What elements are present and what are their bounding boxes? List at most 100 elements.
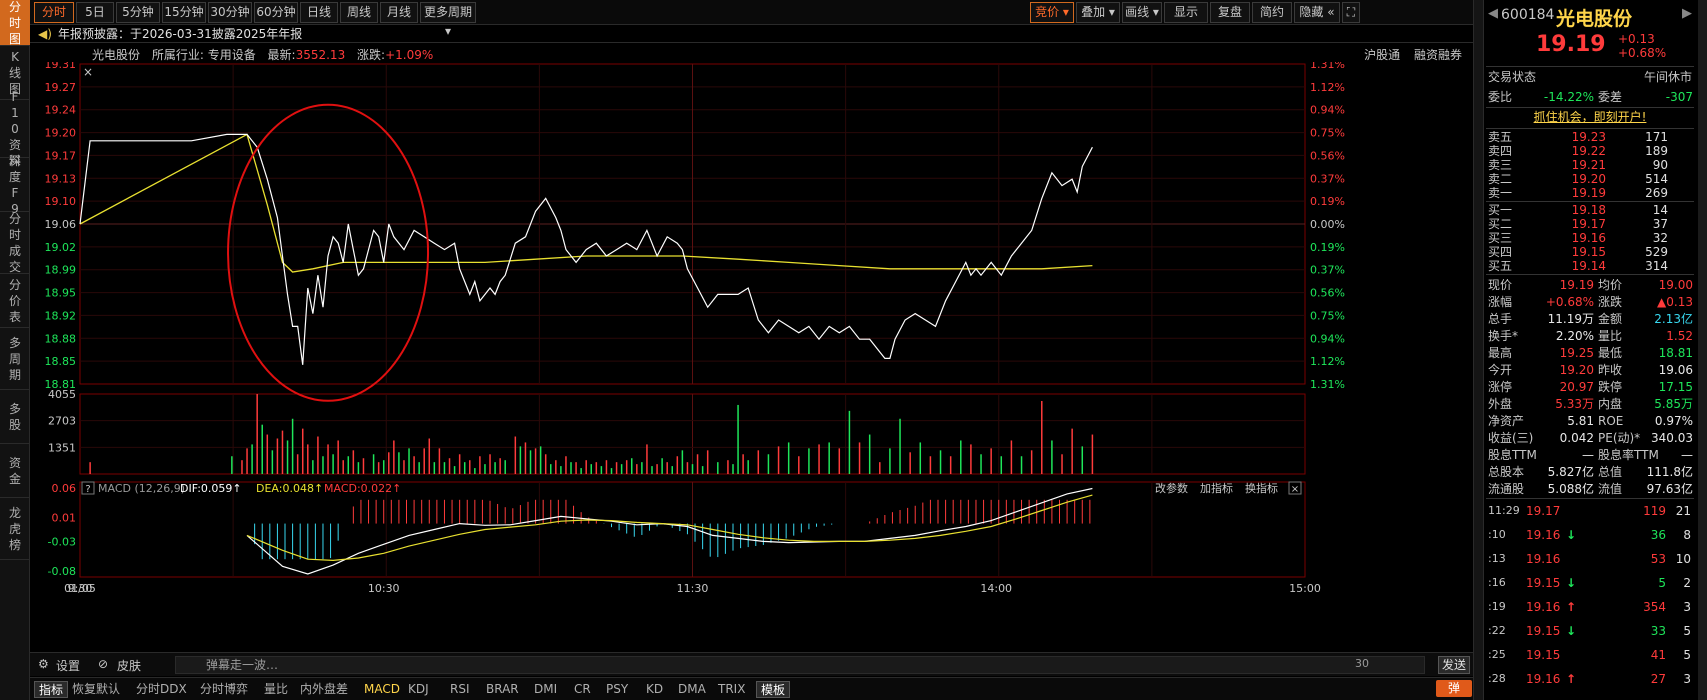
skin-button[interactable]: 皮肤 bbox=[117, 657, 141, 674]
help-icon[interactable]: ? bbox=[85, 484, 90, 495]
macd-params-label: MACD (12,26,9) bbox=[98, 482, 185, 495]
period-btn-6[interactable]: 日线 bbox=[300, 2, 338, 23]
nav-forward-icon[interactable]: ▶ bbox=[1682, 6, 1692, 21]
tool-btn-3[interactable]: 显示 bbox=[1164, 2, 1208, 23]
indicator-action-2[interactable]: 换指标 bbox=[1245, 481, 1278, 495]
tool-btn-6[interactable]: 隐藏 « bbox=[1294, 2, 1340, 23]
open-account-link[interactable]: 抓住机会，即刻开户! bbox=[1486, 108, 1694, 126]
period-btn-8[interactable]: 月线 bbox=[380, 2, 418, 23]
stat-row: 现价 19.19 均价 19.00 bbox=[1486, 277, 1694, 294]
price-change-pct: +0.68% bbox=[1618, 46, 1667, 60]
bid-price: 19.17 bbox=[1571, 217, 1606, 231]
bid-row[interactable]: 买三 19.16 32 bbox=[1486, 231, 1694, 245]
macd-dea-label: DEA:0.048↑ bbox=[256, 482, 323, 495]
period-btn-1[interactable]: 5日 bbox=[76, 2, 114, 23]
indicator-tab-4[interactable]: 量比 bbox=[260, 681, 292, 698]
nav-tab-8[interactable]: 资金 bbox=[0, 444, 30, 498]
stat-value: 97.63亿 bbox=[1646, 482, 1693, 496]
period-btn-7[interactable]: 周线 bbox=[340, 2, 378, 23]
tool-btn-4[interactable]: 复盘 bbox=[1210, 2, 1250, 23]
indicator-tab-5[interactable]: 内外盘差 bbox=[296, 681, 352, 698]
macd-close-icon[interactable]: × bbox=[1291, 484, 1299, 495]
settings-button[interactable]: 设置 bbox=[56, 657, 80, 674]
period-btn-0[interactable]: 分时 bbox=[34, 2, 74, 23]
indicator-tab-15[interactable]: TRIX bbox=[714, 681, 749, 698]
right-scrollbar[interactable] bbox=[1698, 0, 1707, 700]
pct-tick-label: 0.00% bbox=[1310, 218, 1345, 231]
tool-btn-0[interactable]: 竞价 ▾ bbox=[1030, 2, 1074, 23]
change-label: 涨跌: bbox=[357, 48, 386, 62]
tool-btn-2[interactable]: 画线 ▾ bbox=[1122, 2, 1162, 23]
indicator-tab-0[interactable]: 指标 bbox=[34, 681, 69, 698]
danmu-input[interactable]: 弹幕走一波… bbox=[175, 656, 1425, 674]
margin-link[interactable]: 融资融券 bbox=[1414, 48, 1462, 62]
indicator-tab-7[interactable]: KDJ bbox=[404, 681, 433, 698]
intraday-chart[interactable]: 19.31 1.31% 19.27 1.12% 19.24 0.94% 19.20 0.75%… bbox=[30, 62, 1473, 662]
nav-tab-3[interactable]: 深度F9 bbox=[0, 154, 30, 216]
hk-connect-link[interactable]: 沪股通 bbox=[1364, 48, 1400, 62]
nav-tab-7[interactable]: 多股 bbox=[0, 390, 30, 444]
nav-tab-6[interactable]: 多周期 bbox=[0, 328, 30, 390]
indicator-tab-12[interactable]: PSY bbox=[602, 681, 632, 698]
ask-row[interactable]: 卖三 19.21 90 bbox=[1486, 158, 1694, 172]
bid-row[interactable]: 买二 19.17 37 bbox=[1486, 217, 1694, 231]
current-price: 19.19 bbox=[1536, 32, 1606, 57]
indicator-tab-2[interactable]: 分时DDX bbox=[132, 681, 191, 698]
stat-label: 现价 bbox=[1488, 278, 1513, 292]
stat-value: 18.81 bbox=[1658, 346, 1693, 360]
indicator-tab-9[interactable]: BRAR bbox=[482, 681, 523, 698]
period-btn-9[interactable]: 更多周期 ▾ bbox=[420, 2, 476, 38]
indicator-tab-14[interactable]: DMA bbox=[674, 681, 710, 698]
nav-tab-2[interactable]: F10资料 bbox=[0, 90, 30, 168]
trade-volume: 354 bbox=[1643, 600, 1666, 614]
trade-count: 5 bbox=[1683, 648, 1691, 662]
trade-time: :22 bbox=[1488, 624, 1506, 637]
indicator-tab-10[interactable]: DMI bbox=[530, 681, 561, 698]
indicator-tab-6[interactable]: MACD bbox=[360, 681, 404, 698]
price-tick-label: 19.06 bbox=[45, 218, 77, 231]
indicator-tab-8[interactable]: RSI bbox=[446, 681, 474, 698]
price-tick-label: 19.31 bbox=[45, 62, 77, 71]
stat-row: 换手* 2.20% 量比 1.52 bbox=[1486, 328, 1694, 345]
ask-row[interactable]: 卖二 19.20 514 bbox=[1486, 172, 1694, 186]
nav-back-icon[interactable]: ◀ bbox=[1488, 6, 1498, 21]
settings-icon[interactable]: ⚙ bbox=[38, 657, 49, 671]
stat-row: 股息TTM — 股息率TTM — bbox=[1486, 447, 1694, 464]
ask-volume: 171 bbox=[1645, 130, 1668, 144]
panel-collapse-bar[interactable] bbox=[1474, 0, 1484, 700]
indicator-action-1[interactable]: 加指标 bbox=[1200, 481, 1233, 495]
indicator-tab-13[interactable]: KD bbox=[642, 681, 667, 698]
indicator-action-0[interactable]: 改参数 bbox=[1155, 481, 1188, 495]
ask-label: 卖二 bbox=[1488, 172, 1513, 186]
tool-btn-5[interactable]: 简约 bbox=[1252, 2, 1292, 23]
time-tick-label: 9:30 bbox=[68, 582, 93, 595]
indicator-tab-3[interactable]: 分时博弈 bbox=[196, 681, 252, 698]
period-btn-2[interactable]: 5分钟 bbox=[116, 2, 160, 23]
time-tick-label: 10:30 bbox=[368, 582, 400, 595]
bid-row[interactable]: 买一 19.18 14 bbox=[1486, 203, 1694, 217]
danmu-toggle-button[interactable]: 弹 bbox=[1436, 680, 1472, 697]
stat-row: 最高 19.25 最低 18.81 bbox=[1486, 345, 1694, 362]
nav-tab-5[interactable]: 分价表 bbox=[0, 274, 30, 328]
tool-btn-1[interactable]: 叠加 ▾ bbox=[1076, 2, 1120, 23]
indicator-tab-1[interactable]: 恢复默认 bbox=[68, 681, 124, 698]
send-button[interactable]: 发送 bbox=[1438, 656, 1470, 674]
period-btn-4[interactable]: 30分钟 bbox=[208, 2, 252, 23]
period-btn-3[interactable]: 15分钟 bbox=[162, 2, 206, 23]
fullscreen-icon[interactable]: ⛶ bbox=[1342, 2, 1360, 23]
bid-row[interactable]: 买五 19.14 314 bbox=[1486, 259, 1694, 273]
ask-row[interactable]: 卖一 19.19 269 bbox=[1486, 186, 1694, 200]
nav-tab-0[interactable]: 分时图 bbox=[0, 0, 30, 46]
chart-close-icon[interactable]: × bbox=[83, 65, 93, 79]
stat-label: 外盘 bbox=[1488, 397, 1513, 411]
stat-label: 内盘 bbox=[1598, 397, 1623, 411]
bid-row[interactable]: 买四 19.15 529 bbox=[1486, 245, 1694, 259]
nav-tab-4[interactable]: 分时成交 bbox=[0, 212, 30, 274]
ask-row[interactable]: 卖五 19.23 171 bbox=[1486, 130, 1694, 144]
period-btn-5[interactable]: 60分钟 bbox=[254, 2, 298, 23]
indicator-tab-11[interactable]: CR bbox=[570, 681, 595, 698]
ask-row[interactable]: 卖四 19.22 189 bbox=[1486, 144, 1694, 158]
skin-icon[interactable]: ⊘ bbox=[98, 657, 108, 671]
nav-tab-9[interactable]: 龙虎榜 bbox=[0, 498, 30, 560]
indicator-tab-16[interactable]: 模板 bbox=[756, 681, 791, 698]
